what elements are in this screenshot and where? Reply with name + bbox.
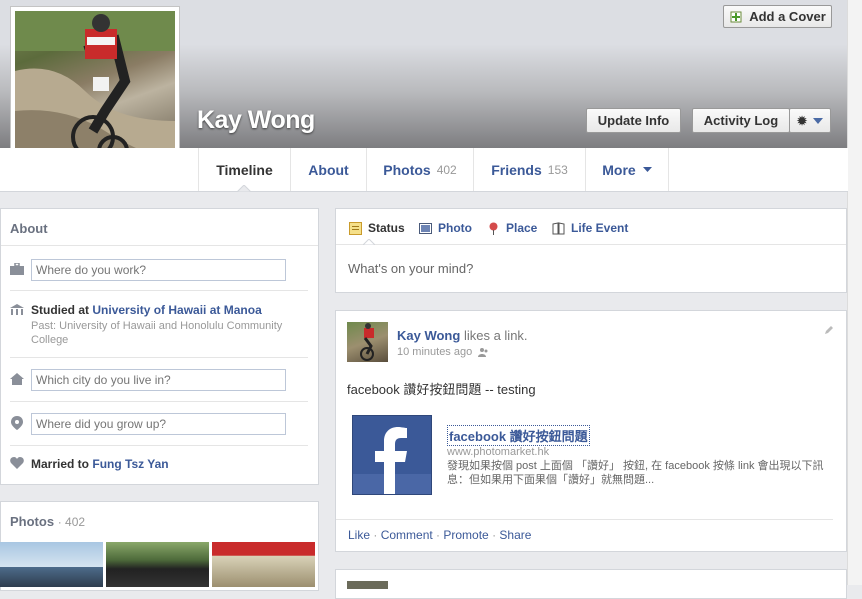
work-input[interactable] bbox=[31, 259, 286, 281]
about-header-divider bbox=[1, 245, 318, 246]
tab-photos[interactable]: Photos 402 bbox=[366, 148, 473, 191]
composer-tab-photo[interactable]: Photo bbox=[419, 221, 472, 235]
composer-tab-life-event[interactable]: Life Event bbox=[552, 221, 628, 235]
post-header: Kay Wong likes a link. bbox=[397, 328, 528, 343]
composer-tab-place[interactable]: Place bbox=[487, 221, 537, 235]
studied-school-link[interactable]: University of Hawaii at Manoa bbox=[92, 303, 261, 317]
add-cover-label: Add a Cover bbox=[749, 9, 826, 24]
activity-log-button[interactable]: Activity Log bbox=[692, 108, 790, 133]
audience-icon[interactable] bbox=[478, 347, 489, 358]
gear-icon: ✹ bbox=[796, 113, 808, 128]
current-city-input[interactable] bbox=[31, 369, 286, 391]
next-post-card bbox=[335, 569, 847, 599]
life-event-icon bbox=[552, 221, 565, 234]
post-text: facebook 讚好按鈕問題 -- testing bbox=[347, 382, 536, 397]
add-photo-icon bbox=[730, 11, 742, 22]
tab-friends[interactable]: Friends 153 bbox=[473, 148, 585, 191]
school-icon bbox=[10, 304, 24, 315]
composer-divider bbox=[336, 244, 846, 245]
next-post-avatar bbox=[347, 581, 388, 589]
composer-tab-status-label: Status bbox=[368, 221, 405, 235]
post-timestamp[interactable]: 10 minutes ago bbox=[397, 346, 472, 358]
married-prefix: Married to bbox=[31, 457, 90, 471]
link-description: 發現如果按個 post 上面個 「讚好」 按鈕, 在 facebook 按條 l… bbox=[447, 460, 824, 486]
update-info-button[interactable]: Update Info bbox=[586, 108, 681, 133]
tab-friends-count: 153 bbox=[547, 162, 568, 177]
tab-more-label: More bbox=[602, 161, 636, 178]
link-thumbnail[interactable] bbox=[352, 415, 432, 495]
home-icon bbox=[10, 373, 24, 385]
post-actions: Like · Comment · Promote · Share bbox=[348, 528, 532, 542]
photo-thumbnail[interactable] bbox=[0, 542, 103, 587]
location-pin-icon bbox=[11, 416, 23, 430]
composer-tab-place-label: Place bbox=[506, 221, 538, 235]
photo-thumbnail[interactable] bbox=[212, 542, 315, 587]
composer-tab-status[interactable]: Status bbox=[349, 221, 405, 235]
facebook-logo-icon bbox=[353, 427, 431, 494]
photos-section-title: Photos bbox=[10, 514, 55, 529]
profile-photo bbox=[15, 11, 175, 169]
post-action: likes a link. bbox=[463, 328, 528, 343]
photo-thumbnail[interactable] bbox=[106, 542, 209, 587]
tab-photos-label: Photos bbox=[383, 161, 431, 178]
post-author-link[interactable]: Kay Wong bbox=[397, 328, 460, 343]
tab-selected-indicator bbox=[237, 185, 251, 192]
chevron-down-icon bbox=[642, 167, 652, 172]
hometown-input[interactable] bbox=[31, 413, 286, 435]
photos-section-count: · 402 bbox=[57, 515, 86, 529]
studied-prefix: Studied at bbox=[31, 303, 90, 317]
photos-section-header[interactable]: Photos · 402 bbox=[10, 514, 85, 529]
divider bbox=[10, 290, 308, 291]
tab-photos-count: 402 bbox=[436, 162, 457, 177]
promote-link[interactable]: Promote bbox=[443, 528, 488, 542]
status-icon bbox=[349, 221, 362, 235]
post-actions-divider bbox=[336, 519, 833, 520]
link-title[interactable]: facebook 讚好按鈕問題 bbox=[447, 425, 590, 446]
relationship-row: Married to Fung Tsz Yan bbox=[31, 457, 169, 471]
composer-tab-life-event-label: Life Event bbox=[571, 221, 629, 235]
like-link[interactable]: Like bbox=[348, 528, 370, 542]
chevron-down-icon bbox=[813, 117, 824, 124]
tab-friends-label: Friends bbox=[491, 161, 542, 178]
settings-dropdown-button[interactable]: ✹ bbox=[789, 108, 831, 133]
add-cover-button[interactable]: Add a Cover bbox=[723, 5, 832, 28]
divider bbox=[10, 445, 308, 446]
activity-log-label: Activity Log bbox=[703, 113, 779, 128]
tab-about-label: About bbox=[308, 161, 349, 178]
studied-at-row: Studied at University of Hawaii at Manoa bbox=[31, 303, 262, 317]
divider bbox=[10, 357, 308, 358]
heart-icon bbox=[10, 457, 24, 469]
briefcase-icon bbox=[10, 263, 24, 275]
past-schools: Past: University of Hawaii and Honolulu … bbox=[31, 320, 283, 346]
composer-input[interactable]: What's on your mind? bbox=[348, 261, 828, 276]
spouse-link[interactable]: Fung Tsz Yan bbox=[92, 457, 168, 471]
photo-icon bbox=[419, 222, 432, 234]
profile-name: Kay Wong bbox=[197, 106, 315, 134]
tab-more[interactable]: More bbox=[585, 148, 669, 191]
edit-pencil-icon[interactable] bbox=[824, 325, 834, 335]
share-link[interactable]: Share bbox=[499, 528, 531, 542]
comment-link[interactable]: Comment bbox=[381, 528, 433, 542]
post-meta: 10 minutes ago bbox=[397, 346, 489, 358]
tab-timeline-label: Timeline bbox=[216, 161, 273, 178]
composer-tab-selected-indicator bbox=[363, 239, 375, 245]
place-pin-icon bbox=[489, 222, 498, 235]
tab-about[interactable]: About bbox=[290, 148, 366, 191]
divider bbox=[10, 401, 308, 402]
composer-tab-photo-label: Photo bbox=[438, 221, 472, 235]
about-title: About bbox=[10, 221, 48, 236]
author-avatar[interactable] bbox=[347, 322, 388, 362]
link-domain: www.photomarket.hk bbox=[447, 446, 550, 458]
scrollbar[interactable] bbox=[847, 0, 862, 585]
